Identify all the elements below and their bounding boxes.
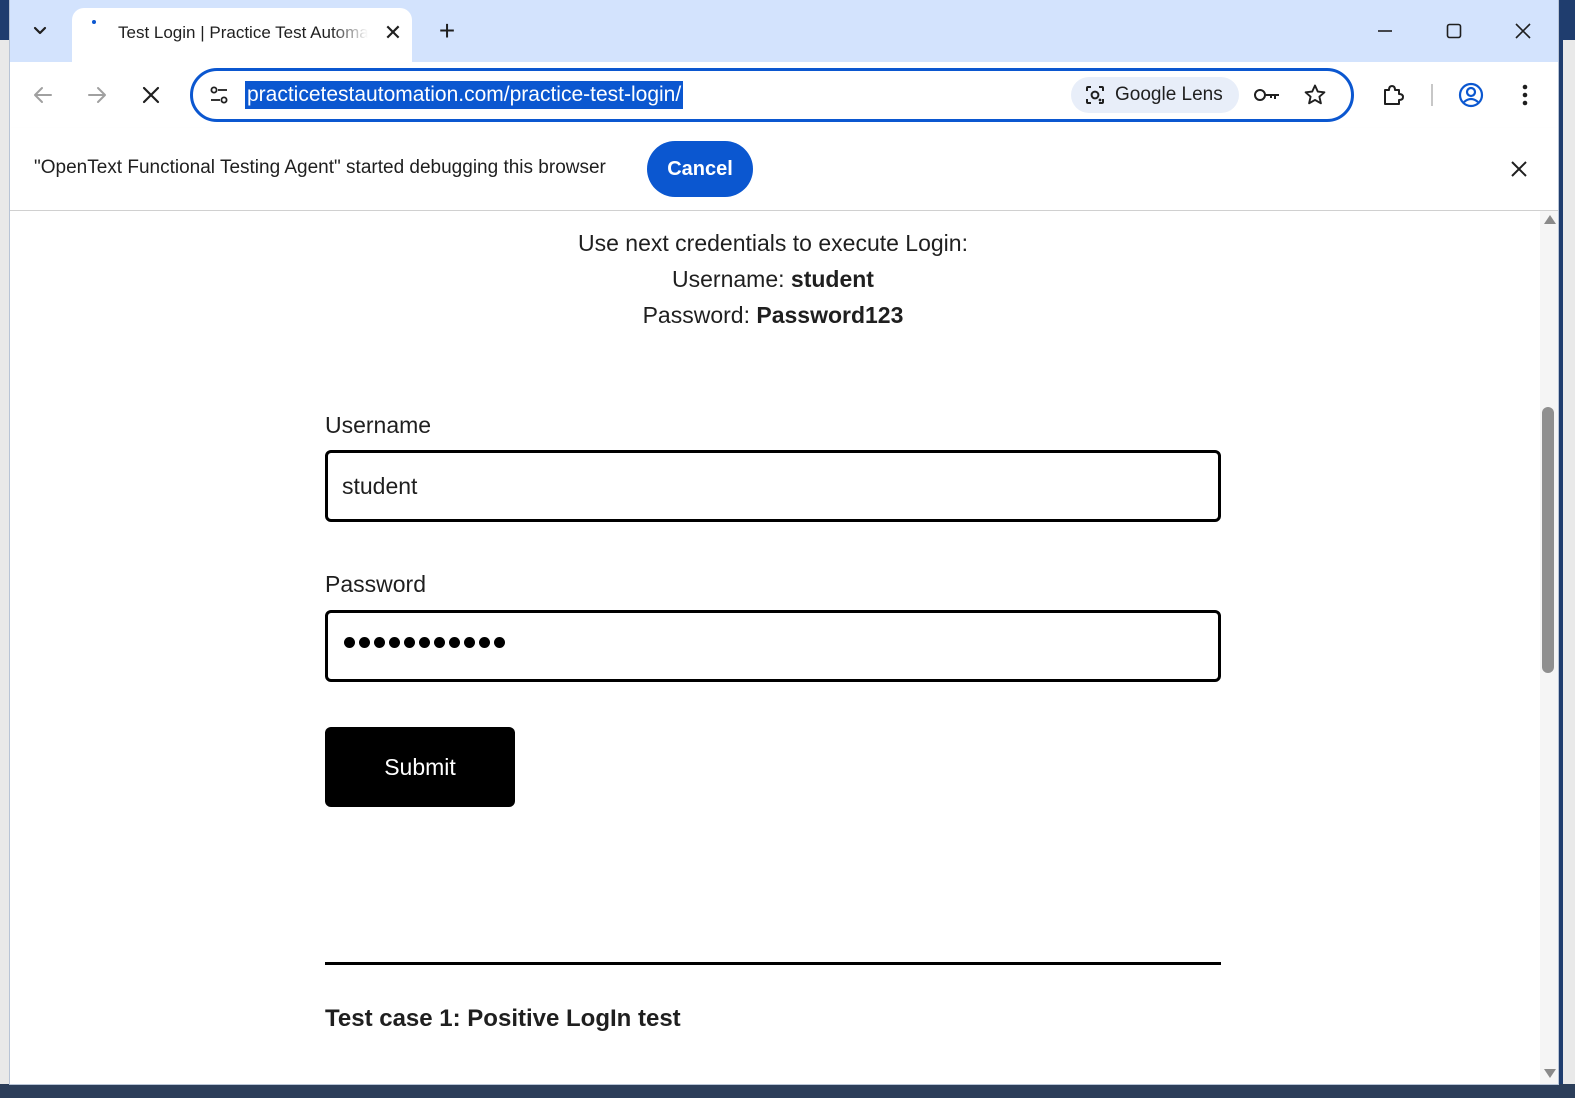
stop-loading-button[interactable]	[134, 78, 168, 112]
desktop-strip-left	[0, 40, 10, 1098]
scrollbar-thumb[interactable]	[1542, 407, 1554, 673]
forward-button[interactable]	[80, 78, 114, 112]
browser-window: Test Login | Practice Test Automation ✕ …	[10, 0, 1558, 1084]
tab-active[interactable]: Test Login | Practice Test Automation ✕	[72, 8, 412, 62]
arrow-right-icon	[88, 87, 106, 103]
profile-button[interactable]	[1454, 78, 1488, 112]
username-label: Username	[325, 412, 432, 438]
minimize-icon	[1378, 30, 1392, 32]
toolbar-separator	[1431, 84, 1433, 106]
password-mask-dot	[449, 637, 460, 648]
username-prefix: Username:	[672, 266, 791, 292]
desktop-strip-bottom	[0, 1084, 1575, 1098]
username-field[interactable]: student	[325, 450, 1221, 522]
credentials-password-line: Password: Password123	[10, 302, 1536, 329]
key-icon	[1254, 89, 1279, 101]
username-field-value: student	[342, 473, 418, 499]
desktop-strip-right	[1563, 40, 1575, 1098]
page-scrollbar[interactable]	[1540, 211, 1558, 1084]
google-lens-button[interactable]: Google Lens	[1071, 77, 1239, 113]
username-hint: student	[790, 266, 874, 292]
tab-strip: Test Login | Practice Test Automation ✕ …	[10, 0, 1558, 62]
infobar-close-button[interactable]	[1504, 154, 1534, 184]
password-mask-dot	[404, 637, 415, 648]
password-mask-dot	[464, 637, 475, 648]
debugging-infobar: "OpenText Functional Testing Agent" star…	[10, 128, 1558, 211]
credentials-intro: Use next credentials to execute Login:	[578, 230, 968, 256]
camera-search-icon	[1083, 83, 1107, 107]
password-hint: Password123	[756, 302, 904, 328]
close-icon	[1511, 161, 1527, 177]
tab-title: Test Login | Practice Test Automation	[118, 23, 368, 42]
scroll-down-arrow-icon[interactable]	[1544, 1069, 1556, 1078]
cancel-debugging-button[interactable]: Cancel	[647, 141, 753, 197]
star-icon	[1304, 84, 1326, 105]
password-field[interactable]	[325, 610, 1221, 682]
puzzle-icon	[1384, 85, 1404, 105]
tab-close-button[interactable]: ✕	[380, 20, 406, 46]
password-mask-dot	[359, 637, 370, 648]
password-mask-dot	[374, 637, 385, 648]
password-mask-dot	[479, 637, 490, 648]
scroll-up-arrow-icon[interactable]	[1544, 215, 1556, 224]
site-info-button[interactable]	[205, 81, 233, 109]
close-window-button[interactable]	[1500, 14, 1546, 48]
maximize-button[interactable]	[1431, 14, 1477, 48]
account-icon	[1458, 82, 1484, 108]
new-tab-button[interactable]: +	[430, 14, 464, 48]
browser-toolbar: practicetestautomation.com/practice-test…	[10, 62, 1558, 128]
password-manager-button[interactable]	[1253, 81, 1281, 109]
url-text[interactable]: practicetestautomation.com/practice-test…	[245, 81, 684, 109]
browser-menu-button[interactable]	[1508, 78, 1542, 112]
infobar-message: "OpenText Functional Testing Agent" star…	[34, 157, 606, 178]
maximize-icon	[1446, 23, 1462, 39]
password-mask-dot	[494, 637, 505, 648]
google-lens-label: Google Lens	[1115, 84, 1223, 105]
tab-list-button[interactable]	[24, 14, 56, 46]
password-prefix: Password:	[642, 302, 757, 328]
more-vert-icon	[1522, 84, 1528, 106]
extensions-button[interactable]	[1376, 78, 1410, 112]
chevron-down-icon	[33, 26, 47, 35]
loading-spinner-icon	[92, 20, 96, 24]
page-viewport: Use next credentials to execute Login: U…	[10, 211, 1540, 1084]
credentials-username-line: Username: student	[10, 266, 1536, 293]
arrow-left-icon	[34, 87, 52, 103]
password-label: Password	[325, 571, 426, 597]
password-mask-dot	[434, 637, 445, 648]
password-mask	[344, 637, 505, 648]
test-case-heading: Test case 1: Positive LogIn test	[325, 1005, 681, 1032]
password-mask-dot	[389, 637, 400, 648]
close-icon	[1515, 23, 1531, 39]
back-button[interactable]	[26, 78, 60, 112]
password-mask-dot	[419, 637, 430, 648]
minimize-button[interactable]	[1362, 14, 1408, 48]
submit-button[interactable]: Submit	[325, 727, 515, 807]
divider	[325, 962, 1221, 965]
close-icon	[142, 86, 160, 104]
password-mask-dot	[344, 637, 355, 648]
tune-icon	[210, 86, 228, 104]
address-bar[interactable]: practicetestautomation.com/practice-test…	[190, 68, 1354, 122]
bookmark-button[interactable]	[1301, 81, 1329, 109]
